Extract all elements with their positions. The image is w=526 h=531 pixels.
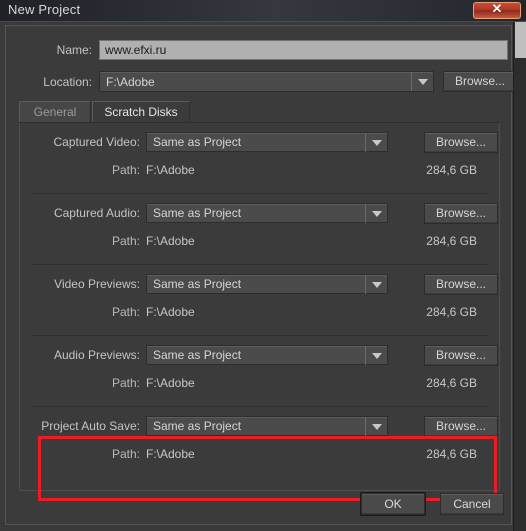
path-label: Path:	[111, 234, 140, 248]
location-browse-button[interactable]: Browse...	[443, 71, 517, 92]
row-browse-button[interactable]: Browse...	[424, 416, 498, 437]
dialog-body: Name: Location: F:\Adobe Browse... Gener…	[5, 25, 517, 525]
chevron-down-icon[interactable]	[365, 133, 387, 152]
free-space-value: 284,6 GB	[426, 447, 477, 461]
tab-strip: General Scratch Disks	[19, 101, 500, 123]
close-icon: ✕	[491, 1, 503, 16]
path-value: F:\Adobe	[146, 305, 195, 319]
path-value: F:\Adobe	[146, 376, 195, 390]
scrollbar-thumb[interactable]	[515, 22, 526, 58]
row-label: Audio Previews:	[53, 348, 140, 362]
location-label: Location:	[43, 75, 92, 89]
scratch-row-audio-previews: Audio Previews: Same as Project Browse..…	[20, 336, 501, 407]
row-dropdown[interactable]: Same as Project	[146, 203, 388, 223]
path-value: F:\Adobe	[146, 163, 195, 177]
scratch-row-video-previews: Video Previews: Same as Project Browse..…	[20, 265, 501, 336]
close-button[interactable]: ✕	[473, 1, 521, 19]
path-label: Path:	[111, 447, 140, 461]
chevron-down-icon[interactable]	[365, 417, 387, 436]
scratch-row-captured-audio: Captured Audio: Same as Project Browse..…	[20, 194, 501, 265]
scratch-row-captured-video: Captured Video: Same as Project Browse..…	[20, 123, 501, 194]
free-space-value: 284,6 GB	[426, 305, 477, 319]
path-label: Path:	[111, 305, 140, 319]
row-label: Captured Video:	[53, 135, 140, 149]
new-project-dialog-window: New Project ✕ Name: Location: F:\Adobe B…	[0, 0, 526, 531]
path-label: Path:	[111, 376, 140, 390]
path-value: F:\Adobe	[146, 234, 195, 248]
cancel-button[interactable]: Cancel	[440, 493, 504, 515]
chevron-down-icon[interactable]	[365, 346, 387, 365]
row-label: Project Auto Save:	[41, 419, 140, 433]
row-dropdown[interactable]: Same as Project	[146, 132, 388, 152]
row-browse-button[interactable]: Browse...	[424, 132, 498, 153]
row-browse-button[interactable]: Browse...	[424, 345, 498, 366]
row-dropdown-value: Same as Project	[153, 206, 242, 220]
free-space-value: 284,6 GB	[426, 163, 477, 177]
scratch-row-project-auto-save: Project Auto Save: Same as Project Brows…	[20, 407, 501, 478]
tab-general[interactable]: General	[19, 101, 91, 123]
chevron-down-icon[interactable]	[411, 72, 433, 91]
row-label: Captured Audio:	[53, 206, 140, 220]
location-row: Location: F:\Adobe Browse...	[6, 71, 517, 93]
name-label: Name:	[56, 43, 92, 57]
row-dropdown-value: Same as Project	[153, 277, 242, 291]
project-name-input[interactable]	[99, 40, 508, 60]
row-browse-button[interactable]: Browse...	[424, 203, 498, 224]
free-space-value: 284,6 GB	[426, 234, 477, 248]
row-dropdown[interactable]: Same as Project	[146, 345, 388, 365]
row-dropdown-value: Same as Project	[153, 419, 242, 433]
window-title: New Project	[8, 2, 81, 17]
row-dropdown[interactable]: Same as Project	[146, 416, 388, 436]
row-dropdown-value: Same as Project	[153, 348, 242, 362]
tab-scratch-disks[interactable]: Scratch Disks	[92, 101, 190, 123]
path-value: F:\Adobe	[146, 447, 195, 461]
row-dropdown-value: Same as Project	[153, 135, 242, 149]
row-label: Video Previews:	[54, 277, 140, 291]
location-value: F:\Adobe	[106, 75, 155, 89]
name-row: Name:	[6, 40, 511, 62]
vertical-scrollbar[interactable]	[513, 22, 526, 531]
location-dropdown[interactable]: F:\Adobe	[99, 71, 434, 92]
row-browse-button[interactable]: Browse...	[424, 274, 498, 295]
ok-button[interactable]: OK	[360, 492, 426, 516]
free-space-value: 284,6 GB	[426, 376, 477, 390]
title-bar: New Project ✕	[0, 0, 526, 22]
row-dropdown[interactable]: Same as Project	[146, 274, 388, 294]
chevron-down-icon[interactable]	[365, 275, 387, 294]
scratch-disks-panel: Captured Video: Same as Project Browse..…	[19, 123, 501, 501]
chevron-down-icon[interactable]	[365, 204, 387, 223]
path-label: Path:	[111, 163, 140, 177]
